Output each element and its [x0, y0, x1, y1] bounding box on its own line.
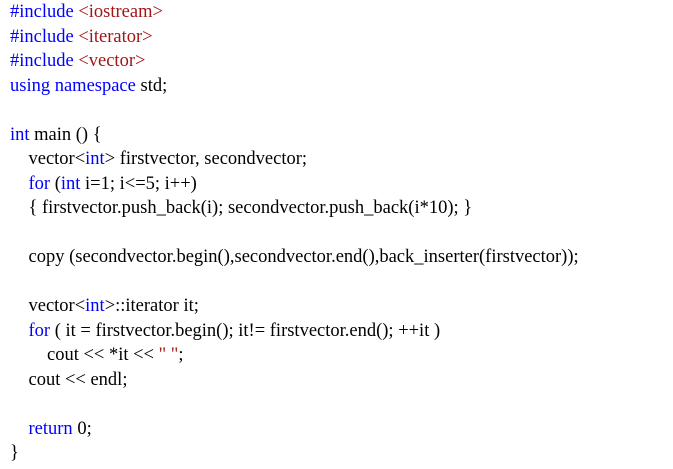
code-text: vector< — [10, 296, 86, 316]
code-line: using namespace std; — [10, 74, 670, 99]
code-line: vector<int> firstvector, secondvector; — [10, 147, 670, 172]
code-line: for ( it = firstvector.begin(); it!= fir… — [10, 319, 670, 344]
code-keyword: int — [10, 124, 30, 145]
code-line: #include <iterator> — [10, 25, 670, 50]
code-line: copy (secondvector.begin(),secondvector.… — [10, 245, 670, 270]
code-text: > firstvector, secondvector; — [104, 149, 308, 169]
code-text: ( — [50, 173, 61, 194]
code-keyword: #include — [10, 51, 79, 71]
code-text: ; — [178, 345, 184, 365]
code-line: return 0; — [10, 417, 670, 442]
code-line: cout << *it << " "; — [10, 343, 670, 368]
code-text: copy (secondvector.begin(),secondvector.… — [10, 247, 579, 267]
code-keyword: int — [85, 296, 105, 316]
code-line: cout << endl; — [10, 368, 670, 393]
code-line: for (int i=1; i<=5; i++) — [10, 172, 670, 197]
code-keyword: int — [85, 149, 105, 169]
code-keyword: #include — [10, 26, 79, 47]
code-text: vector< — [10, 149, 86, 169]
code-line: #include <iostream> — [10, 0, 670, 25]
code-text: cout << endl; — [10, 369, 128, 390]
code-text: 0; — [72, 418, 92, 439]
code-text: std; — [135, 75, 168, 96]
code-keyword: for — [28, 173, 51, 194]
code-line: } — [10, 441, 670, 466]
code-string: <iterator> — [78, 26, 153, 47]
code-line: { firstvector.push_back(i); secondvector… — [10, 196, 670, 221]
code-text: } — [10, 443, 19, 463]
code-line: vector<int>::iterator it; — [10, 294, 670, 319]
code-keyword: return — [28, 418, 73, 439]
code-keyword: int — [60, 173, 81, 194]
code-string: " " — [158, 345, 179, 365]
code-keyword: using namespace — [10, 75, 136, 96]
code-text: >::iterator it; — [104, 296, 199, 316]
code-string: <iostream> — [78, 2, 163, 22]
code-listing: #include <iostream> #include <iterator> #i… — [10, 0, 670, 466]
code-line: #include <vector> — [10, 49, 670, 74]
code-text: cout << *it << — [10, 345, 159, 365]
code-text: ( it = firstvector.begin(); it!= firstve… — [50, 320, 441, 341]
code-keyword: #include — [10, 2, 79, 22]
code-text: { firstvector.push_back(i); secondvector… — [10, 198, 473, 218]
code-text: main () { — [29, 124, 102, 145]
code-line: int main () { — [10, 123, 670, 148]
code-text: i=1; i<=5; i++) — [80, 173, 197, 194]
code-string: <vector> — [78, 51, 146, 71]
code-keyword: for — [28, 320, 51, 341]
